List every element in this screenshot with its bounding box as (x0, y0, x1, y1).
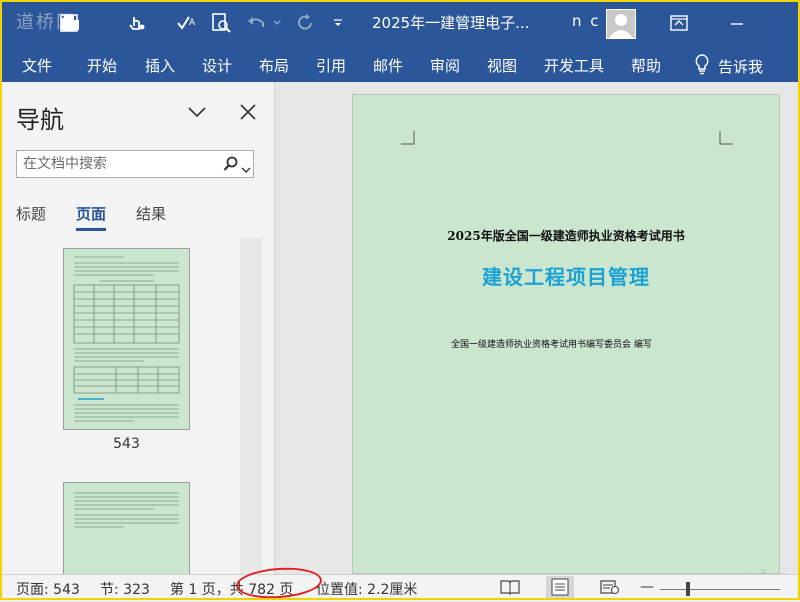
tab-help[interactable]: 帮助 (631, 55, 661, 76)
nav-pane-title: 导航 (16, 106, 64, 134)
spelling-check-icon[interactable]: A (174, 8, 200, 38)
undo-icon[interactable] (244, 8, 270, 38)
tab-review[interactable]: 审阅 (430, 55, 460, 76)
status-section[interactable]: 节: 323 (100, 579, 150, 599)
page-thumbnail[interactable] (63, 482, 190, 574)
print-preview-icon[interactable] (208, 8, 234, 38)
tell-me-label: 告诉我 (718, 57, 764, 76)
svg-text:A: A (189, 18, 196, 28)
nav-tab-headings[interactable]: 标题 (16, 203, 46, 224)
tab-developer[interactable]: 开发工具 (544, 55, 604, 76)
document-canvas: 2025年版全国一级建造师执业资格考试用书 建设工程项目管理 全国一级建造师执业… (275, 82, 800, 588)
tab-view[interactable]: 视图 (487, 55, 517, 76)
zoom-out-button[interactable]: — (640, 579, 654, 595)
zoom-slider-thumb[interactable] (686, 582, 690, 596)
user-name[interactable]: n c (572, 12, 601, 30)
page-number-label: 543 (113, 436, 140, 452)
title-bar: 道桥网 A 2025年一建管理电子... n c (0, 0, 800, 48)
search-icon[interactable] (223, 156, 239, 176)
tell-me-box[interactable]: 告诉我 (694, 53, 763, 79)
chevron-down-icon[interactable] (186, 102, 208, 122)
redo-icon[interactable] (294, 8, 318, 38)
ribbon-display-icon[interactable] (664, 8, 694, 38)
tab-design[interactable]: 设计 (202, 55, 232, 76)
status-bar: 页面: 543 节: 323 第 1 页，共 782 页 位置值: 2.2厘米 … (0, 574, 800, 601)
search-input[interactable] (23, 154, 213, 174)
book-subtitle: 2025年版全国一级建造师执业资格考试用书 (447, 229, 685, 243)
nav-tab-pages[interactable]: 页面 (76, 203, 106, 224)
crop-mark-top-right (719, 131, 733, 145)
search-box (16, 150, 254, 178)
tab-insert[interactable]: 插入 (145, 55, 175, 76)
read-mode-icon[interactable] (500, 579, 520, 599)
active-tab-indicator (76, 228, 106, 231)
book-title: 建设工程项目管理 (482, 265, 650, 289)
document-title: 2025年一建管理电子... (372, 14, 530, 32)
avatar-icon[interactable] (606, 9, 636, 39)
page-thumbnail[interactable] (63, 248, 190, 430)
web-layout-icon[interactable] (600, 579, 620, 599)
book-author: 全国一级建造师执业资格考试用书编写委员会 编写 (451, 340, 652, 350)
nav-tab-results[interactable]: 结果 (136, 203, 166, 224)
open-folder-icon[interactable] (58, 8, 82, 38)
status-position[interactable]: 位置值: 2.2厘米 (316, 579, 417, 599)
lightbulb-icon (694, 53, 710, 79)
print-layout-icon[interactable] (546, 576, 574, 598)
ribbon-tabs: 文件 开始 插入 设计 布局 引用 邮件 审阅 视图 开发工具 帮助 告诉我 (0, 48, 800, 82)
tab-home[interactable]: 开始 (87, 55, 117, 76)
close-icon[interactable] (238, 102, 258, 122)
document-page[interactable]: 2025年版全国一级建造师执业资格考试用书 建设工程项目管理 全国一级建造师执业… (352, 94, 780, 574)
tab-mailings[interactable]: 邮件 (373, 55, 403, 76)
tab-layout[interactable]: 布局 (259, 55, 289, 76)
customize-dropdown-icon[interactable] (330, 8, 346, 38)
undo-dropdown-icon[interactable] (272, 8, 282, 38)
crop-mark-top-left (401, 131, 415, 145)
status-page[interactable]: 页面: 543 (16, 579, 80, 599)
minimize-icon[interactable] (722, 8, 752, 38)
zoom-slider-track[interactable] (660, 589, 780, 590)
search-options-chevron-icon[interactable] (241, 159, 251, 178)
touch-mode-icon[interactable] (124, 8, 150, 38)
tab-references[interactable]: 引用 (316, 55, 346, 76)
navigation-pane: 导航 标题 页面 结果 (0, 82, 275, 574)
thumbnail-scrollbar[interactable] (240, 238, 262, 574)
tab-file[interactable]: 文件 (22, 55, 52, 76)
